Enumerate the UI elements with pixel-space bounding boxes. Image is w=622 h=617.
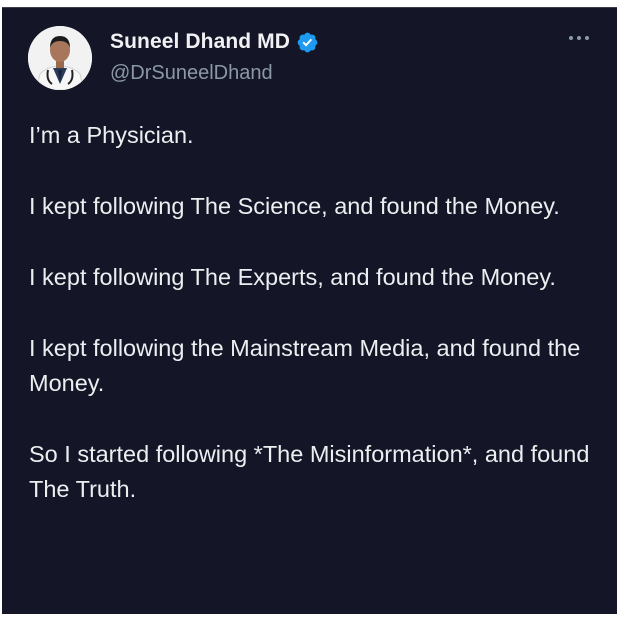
more-options-icon[interactable] — [567, 32, 591, 44]
avatar[interactable] — [28, 26, 92, 90]
tweet-paragraph: I kept following the Mainstream Media, a… — [29, 335, 581, 396]
author-name-row: Suneel Dhand MD — [110, 30, 319, 54]
tweet-card: Suneel Dhand MD @DrSuneelDhand I’m a Phy… — [2, 7, 617, 614]
author-display-name[interactable]: Suneel Dhand MD — [110, 30, 290, 54]
tweet-paragraph: I’m a Physician. — [29, 122, 194, 148]
screenshot-frame: Suneel Dhand MD @DrSuneelDhand I’m a Phy… — [0, 0, 622, 617]
tweet-text: I’m a Physician. I kept following The Sc… — [29, 118, 599, 507]
tweet-paragraph: I kept following The Science, and found … — [29, 193, 560, 219]
tweet-paragraph: I kept following The Experts, and found … — [29, 264, 556, 290]
tweet-paragraph: So I started following *The Misinformati… — [29, 441, 590, 502]
verified-badge-icon — [297, 32, 318, 52]
author-handle[interactable]: @DrSuneelDhand — [110, 62, 273, 85]
profile-photo — [28, 26, 92, 90]
